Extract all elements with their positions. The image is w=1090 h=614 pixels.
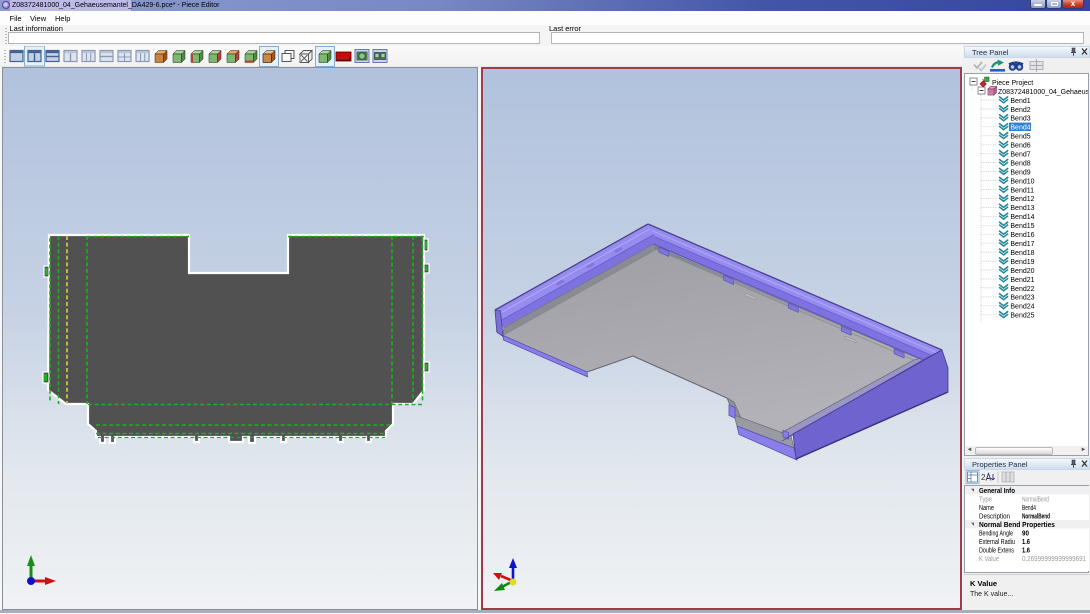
svg-text:NormalBend: NormalBend [1022, 496, 1049, 503]
svg-text:0.26999999999999691: 0.26999999999999691 [1022, 556, 1086, 563]
svg-text:Bend17: Bend17 [1010, 241, 1034, 248]
svg-text:1.6: 1.6 [1022, 539, 1030, 546]
svg-text:Bend12: Bend12 [1010, 196, 1034, 203]
svg-text:2: 2 [981, 473, 986, 482]
svg-text:Bend7: Bend7 [1010, 152, 1030, 159]
svg-text:Bend20: Bend20 [1010, 268, 1034, 275]
svg-text:Bend6: Bend6 [1010, 143, 1030, 150]
svg-text:Bend3: Bend3 [1010, 116, 1030, 123]
svg-text:Bend25: Bend25 [1010, 313, 1034, 320]
svg-text:Bend4: Bend4 [1010, 125, 1030, 132]
svg-text:Bend9: Bend9 [1010, 169, 1030, 176]
svg-text:1.6: 1.6 [1022, 547, 1030, 554]
svg-text:Bend21: Bend21 [1010, 277, 1034, 284]
svg-text:General Info: General Info [979, 486, 1016, 495]
svg-text:Name: Name [979, 505, 994, 512]
svg-text:Bend2: Bend2 [1010, 107, 1030, 114]
svg-text:Bend1: Bend1 [1010, 98, 1030, 105]
svg-text:Bending Angle: Bending Angle [979, 530, 1013, 537]
svg-text:External Radiu: External Radiu [979, 539, 1015, 546]
svg-text:Bend13: Bend13 [1010, 205, 1034, 212]
svg-text:Bend16: Bend16 [1010, 232, 1034, 239]
svg-text:Bend10: Bend10 [1010, 178, 1034, 185]
svg-text:Bend22: Bend22 [1010, 286, 1034, 293]
svg-text:Bend8: Bend8 [1010, 160, 1030, 167]
svg-text:Piece Project: Piece Project [992, 80, 1033, 87]
svg-text:Double Extens: Double Extens [979, 547, 1014, 554]
svg-text:K Value: K Value [979, 556, 999, 563]
svg-text:Type: Type [979, 496, 992, 503]
svg-text:90: 90 [1022, 530, 1029, 537]
svg-text:Normal Bend Properties: Normal Bend Properties [979, 520, 1055, 529]
svg-text:Bend19: Bend19 [1010, 259, 1034, 266]
svg-text:Bend14: Bend14 [1010, 214, 1034, 221]
svg-text:Bend18: Bend18 [1010, 250, 1034, 257]
svg-text:Bend15: Bend15 [1010, 223, 1034, 230]
svg-text:Bend5: Bend5 [1010, 134, 1030, 141]
svg-text:Bend11: Bend11 [1010, 187, 1034, 194]
svg-text:Bend23: Bend23 [1010, 295, 1034, 302]
svg-text:Z08372481000_04_Gehaeusemante: Z08372481000_04_Gehaeusemante [998, 89, 1088, 96]
svg-text:Bend4: Bend4 [1022, 505, 1036, 512]
svg-text:Bend24: Bend24 [1010, 304, 1034, 311]
